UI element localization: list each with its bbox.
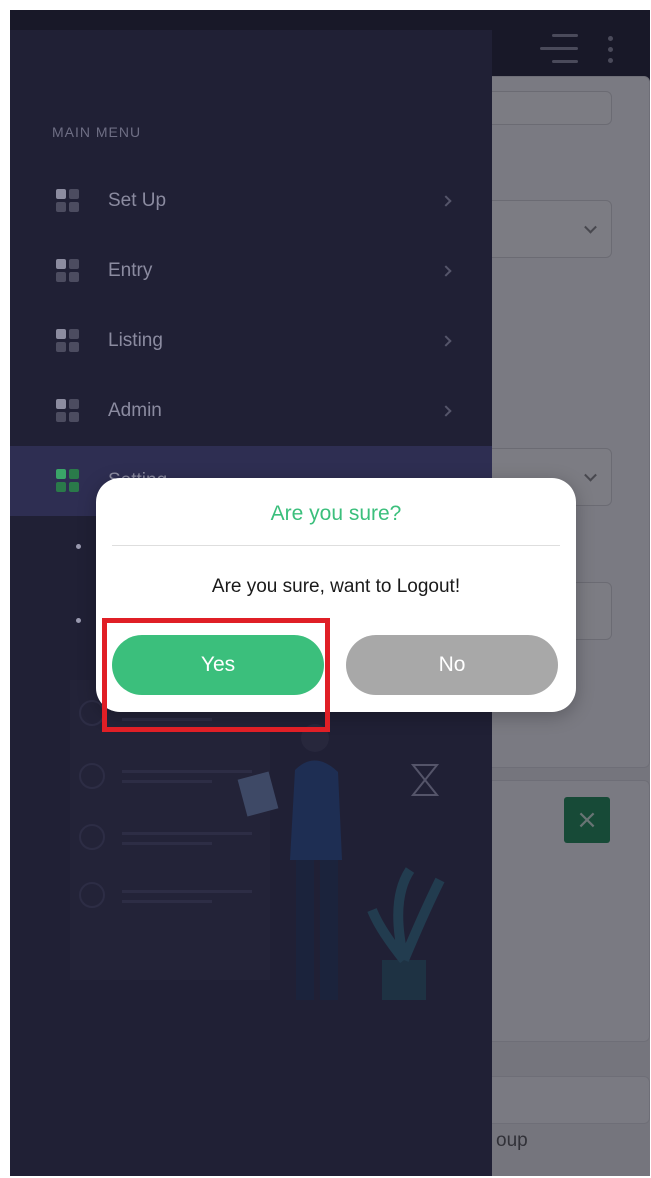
dialog-message: Are you sure, want to Logout! <box>211 576 461 597</box>
chevron-right-icon <box>440 195 452 207</box>
sidebar-item-label: Set Up <box>108 190 167 211</box>
app-frame: × oup <box>10 10 650 1176</box>
grid-icon <box>56 399 80 423</box>
grid-icon <box>56 329 80 353</box>
sidebar-item-label: Admin <box>108 400 162 421</box>
main-menu-title: MAIN MENU <box>52 124 142 140</box>
sidebar-item-entry[interactable]: Entry <box>10 236 492 306</box>
no-button[interactable]: No <box>346 635 558 695</box>
grid-icon <box>56 189 80 213</box>
grid-icon <box>56 469 80 493</box>
sidebar-item-label: Listing <box>108 330 163 351</box>
grid-icon <box>56 259 80 283</box>
chevron-right-icon <box>440 335 452 347</box>
dialog-title: Are you sure? <box>270 502 402 525</box>
dialog-divider <box>112 545 560 546</box>
sidebar-item-admin[interactable]: Admin <box>10 376 492 446</box>
chevron-right-icon <box>440 405 452 417</box>
sidebar-item-listing[interactable]: Listing <box>10 306 492 376</box>
chevron-right-icon <box>440 265 452 277</box>
submenu-bullet <box>76 618 81 623</box>
sidebar-item-setup[interactable]: Set Up <box>10 166 492 236</box>
sidebar-item-label: Entry <box>108 260 153 281</box>
highlight-box <box>102 618 330 732</box>
submenu-bullet <box>76 544 81 549</box>
